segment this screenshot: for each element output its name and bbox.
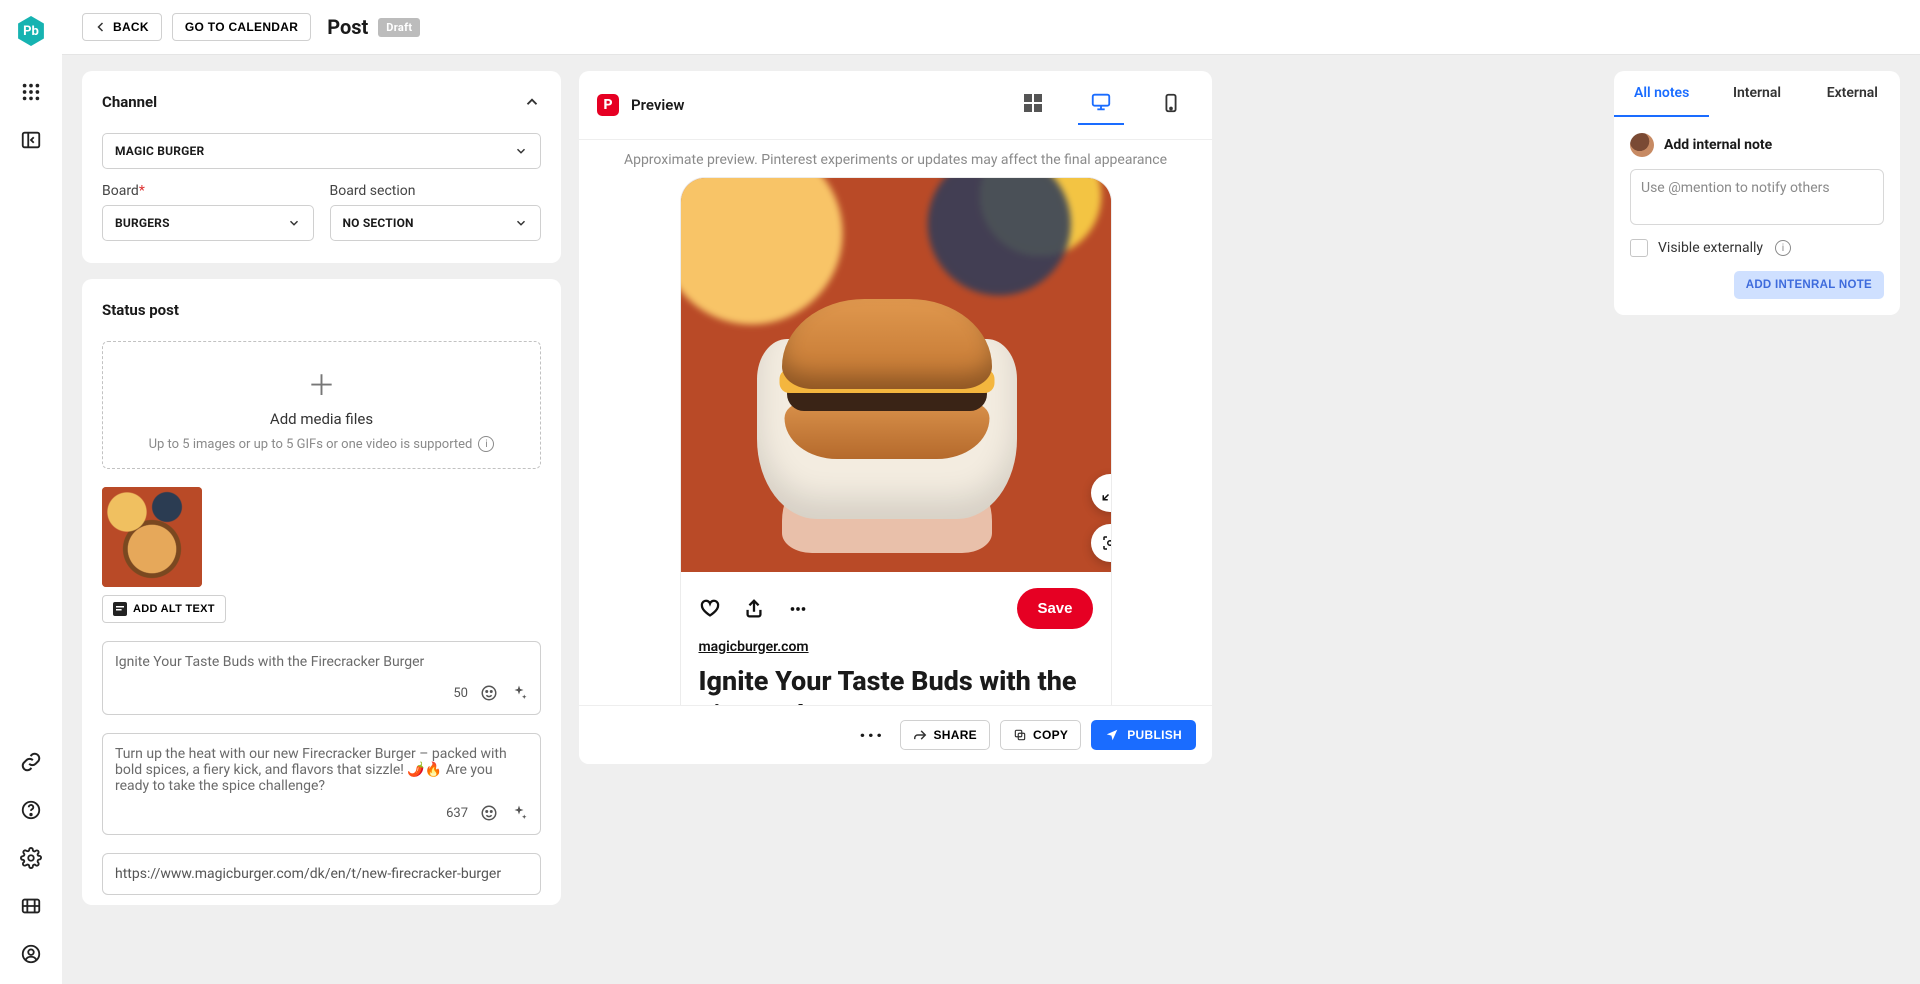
add-alt-text-button[interactable]: ADD ALT TEXT: [102, 595, 226, 623]
preview-disclaimer: Approximate preview. Pinterest experimen…: [597, 152, 1194, 168]
section-label: Board section: [330, 183, 542, 199]
info-icon[interactable]: i: [1775, 240, 1791, 256]
plus-icon: ＋: [117, 364, 526, 404]
section-select[interactable]: NO SECTION: [330, 205, 542, 241]
link-value: https://www.magicburger.com/dk/en/t/new-…: [115, 866, 501, 882]
phone-icon: [1160, 92, 1182, 114]
left-rail: Pb: [0, 0, 62, 984]
visible-label: Visible externally: [1658, 240, 1763, 256]
settings-icon[interactable]: [19, 846, 43, 870]
dropzone-hint: Up to 5 images or up to 5 GIFs or one vi…: [149, 437, 473, 452]
notes-heading: Add internal note: [1664, 137, 1772, 153]
section-value: NO SECTION: [343, 216, 414, 230]
share-label: SHARE: [933, 728, 977, 742]
channel-heading: Channel: [102, 93, 157, 111]
board-select[interactable]: BURGERS: [102, 205, 314, 241]
alt-text-icon: [113, 602, 127, 616]
board-value: BURGERS: [115, 216, 170, 230]
grid-icon: [1024, 94, 1042, 112]
publish-label: PUBLISH: [1127, 728, 1182, 742]
device-grid-button[interactable]: [1012, 88, 1054, 122]
copy-icon: [1013, 728, 1027, 742]
title-input[interactable]: Ignite Your Taste Buds with the Firecrac…: [102, 641, 541, 715]
add-internal-note-button[interactable]: ADD INTENRAL NOTE: [1734, 271, 1884, 299]
dropzone-title: Add media files: [117, 410, 526, 428]
publish-button[interactable]: PUBLISH: [1091, 720, 1196, 750]
ai-assist-icon[interactable]: [510, 684, 528, 702]
pin-image: [681, 178, 1111, 572]
app-logo[interactable]: Pb: [16, 16, 46, 46]
ai-assist-icon[interactable]: [510, 804, 528, 822]
footer-more-icon[interactable]: ···: [859, 723, 884, 747]
info-icon[interactable]: i: [478, 436, 494, 452]
avatar: [1630, 133, 1654, 157]
help-icon[interactable]: [19, 798, 43, 822]
device-desktop-button[interactable]: [1078, 85, 1124, 125]
back-button[interactable]: BACK: [82, 13, 162, 41]
preview-card: P Preview Approximate preview. Pinterest…: [579, 71, 1212, 764]
status-post-heading: Status post: [102, 301, 541, 319]
back-label: BACK: [113, 20, 149, 34]
copy-button[interactable]: COPY: [1000, 720, 1081, 750]
account-icon[interactable]: [19, 942, 43, 966]
top-bar: BACK GO TO CALENDAR Post Draft: [62, 0, 1920, 55]
more-icon[interactable]: [787, 598, 809, 620]
note-textarea[interactable]: Use @mention to notify others: [1630, 169, 1884, 225]
media-dropzone[interactable]: ＋ Add media files Up to 5 images or up t…: [102, 341, 541, 469]
pin-preview: Save magicburger.com Ignite Your Taste B…: [681, 178, 1111, 720]
board-label: Board*: [102, 183, 314, 199]
channel-card: Channel MAGIC BURGER Board* BURGERS Boar…: [82, 71, 561, 263]
description-input[interactable]: Turn up the heat with our new Firecracke…: [102, 733, 541, 835]
panel-collapse-icon[interactable]: [19, 128, 43, 152]
preview-label: Preview: [631, 96, 684, 114]
heart-icon[interactable]: [699, 598, 721, 620]
alt-button-label: ADD ALT TEXT: [133, 603, 215, 615]
link-input[interactable]: https://www.magicburger.com/dk/en/t/new-…: [102, 853, 541, 895]
chevron-down-icon: [287, 216, 301, 230]
page-title: Post: [327, 15, 368, 39]
link-icon[interactable]: [19, 750, 43, 774]
pinterest-icon: P: [597, 94, 619, 116]
tab-internal[interactable]: Internal: [1709, 71, 1804, 117]
pin-domain[interactable]: magicburger.com: [699, 639, 809, 655]
chevron-down-icon: [514, 216, 528, 230]
desc-char-count: 637: [446, 806, 468, 821]
notes-card: All notes Internal External Add internal…: [1614, 71, 1900, 315]
chevron-down-icon: [514, 144, 528, 158]
monitor-icon: [1090, 91, 1112, 113]
tab-all-notes[interactable]: All notes: [1614, 71, 1709, 117]
emoji-icon[interactable]: [480, 804, 498, 822]
copy-label: COPY: [1033, 728, 1068, 742]
share-button[interactable]: SHARE: [900, 720, 990, 750]
tab-external[interactable]: External: [1805, 71, 1900, 117]
device-mobile-button[interactable]: [1148, 86, 1194, 124]
share-icon[interactable]: [743, 598, 765, 620]
description-text: Turn up the heat with our new Firecracke…: [115, 746, 528, 794]
visible-externally-checkbox[interactable]: [1630, 239, 1648, 257]
apps-icon[interactable]: [19, 80, 43, 104]
media-icon[interactable]: [19, 894, 43, 918]
status-post-card: Status post ＋ Add media files Up to 5 im…: [82, 279, 561, 905]
channel-header[interactable]: Channel: [102, 93, 541, 111]
chevron-up-icon: [523, 93, 541, 111]
emoji-icon[interactable]: [480, 684, 498, 702]
account-value: MAGIC BURGER: [115, 144, 204, 158]
media-thumbnail[interactable]: [102, 487, 202, 587]
send-icon: [1105, 728, 1119, 742]
pin-save-button[interactable]: Save: [1017, 588, 1092, 629]
calendar-label: GO TO CALENDAR: [185, 20, 298, 34]
account-select[interactable]: MAGIC BURGER: [102, 133, 541, 169]
status-badge: Draft: [378, 18, 420, 37]
title-text: Ignite Your Taste Buds with the Firecrac…: [115, 654, 528, 674]
title-char-count: 50: [453, 686, 468, 701]
go-to-calendar-button[interactable]: GO TO CALENDAR: [172, 13, 311, 41]
share-arrow-icon: [913, 728, 927, 742]
